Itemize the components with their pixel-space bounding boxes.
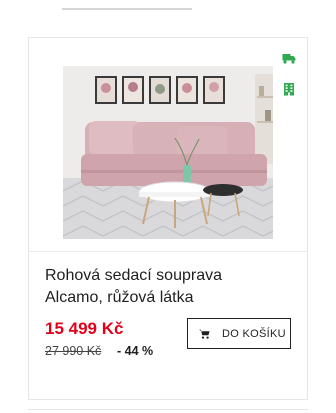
add-to-cart-label: DO KOŠÍKU	[222, 327, 286, 340]
cart-icon	[199, 329, 210, 339]
next-card-edge	[28, 409, 308, 410]
store-building-icon	[284, 83, 294, 96]
old-price: 27 990 Kč	[45, 344, 102, 358]
product-image[interactable]	[63, 66, 273, 239]
product-title-line-2[interactable]: Alcamo, růžová látka	[45, 287, 260, 309]
product-title-line-1[interactable]: Rohová sedací souprava	[45, 265, 260, 287]
product-card[interactable]: Rohová sedací souprava Alcamo, růžová lá…	[28, 37, 308, 400]
current-price: 15 499 Kč	[45, 319, 124, 338]
add-to-cart-button[interactable]: DO KOŠÍKU	[187, 318, 291, 349]
product-title[interactable]: Rohová sedací souprava Alcamo, růžová lá…	[45, 265, 260, 309]
previous-card-edge	[62, 8, 192, 10]
delivery-truck-icon	[282, 54, 296, 64]
pink-corner-sofa-photo	[63, 66, 273, 239]
card-divider	[29, 251, 307, 252]
discount-badge: - 44 %	[117, 344, 154, 358]
